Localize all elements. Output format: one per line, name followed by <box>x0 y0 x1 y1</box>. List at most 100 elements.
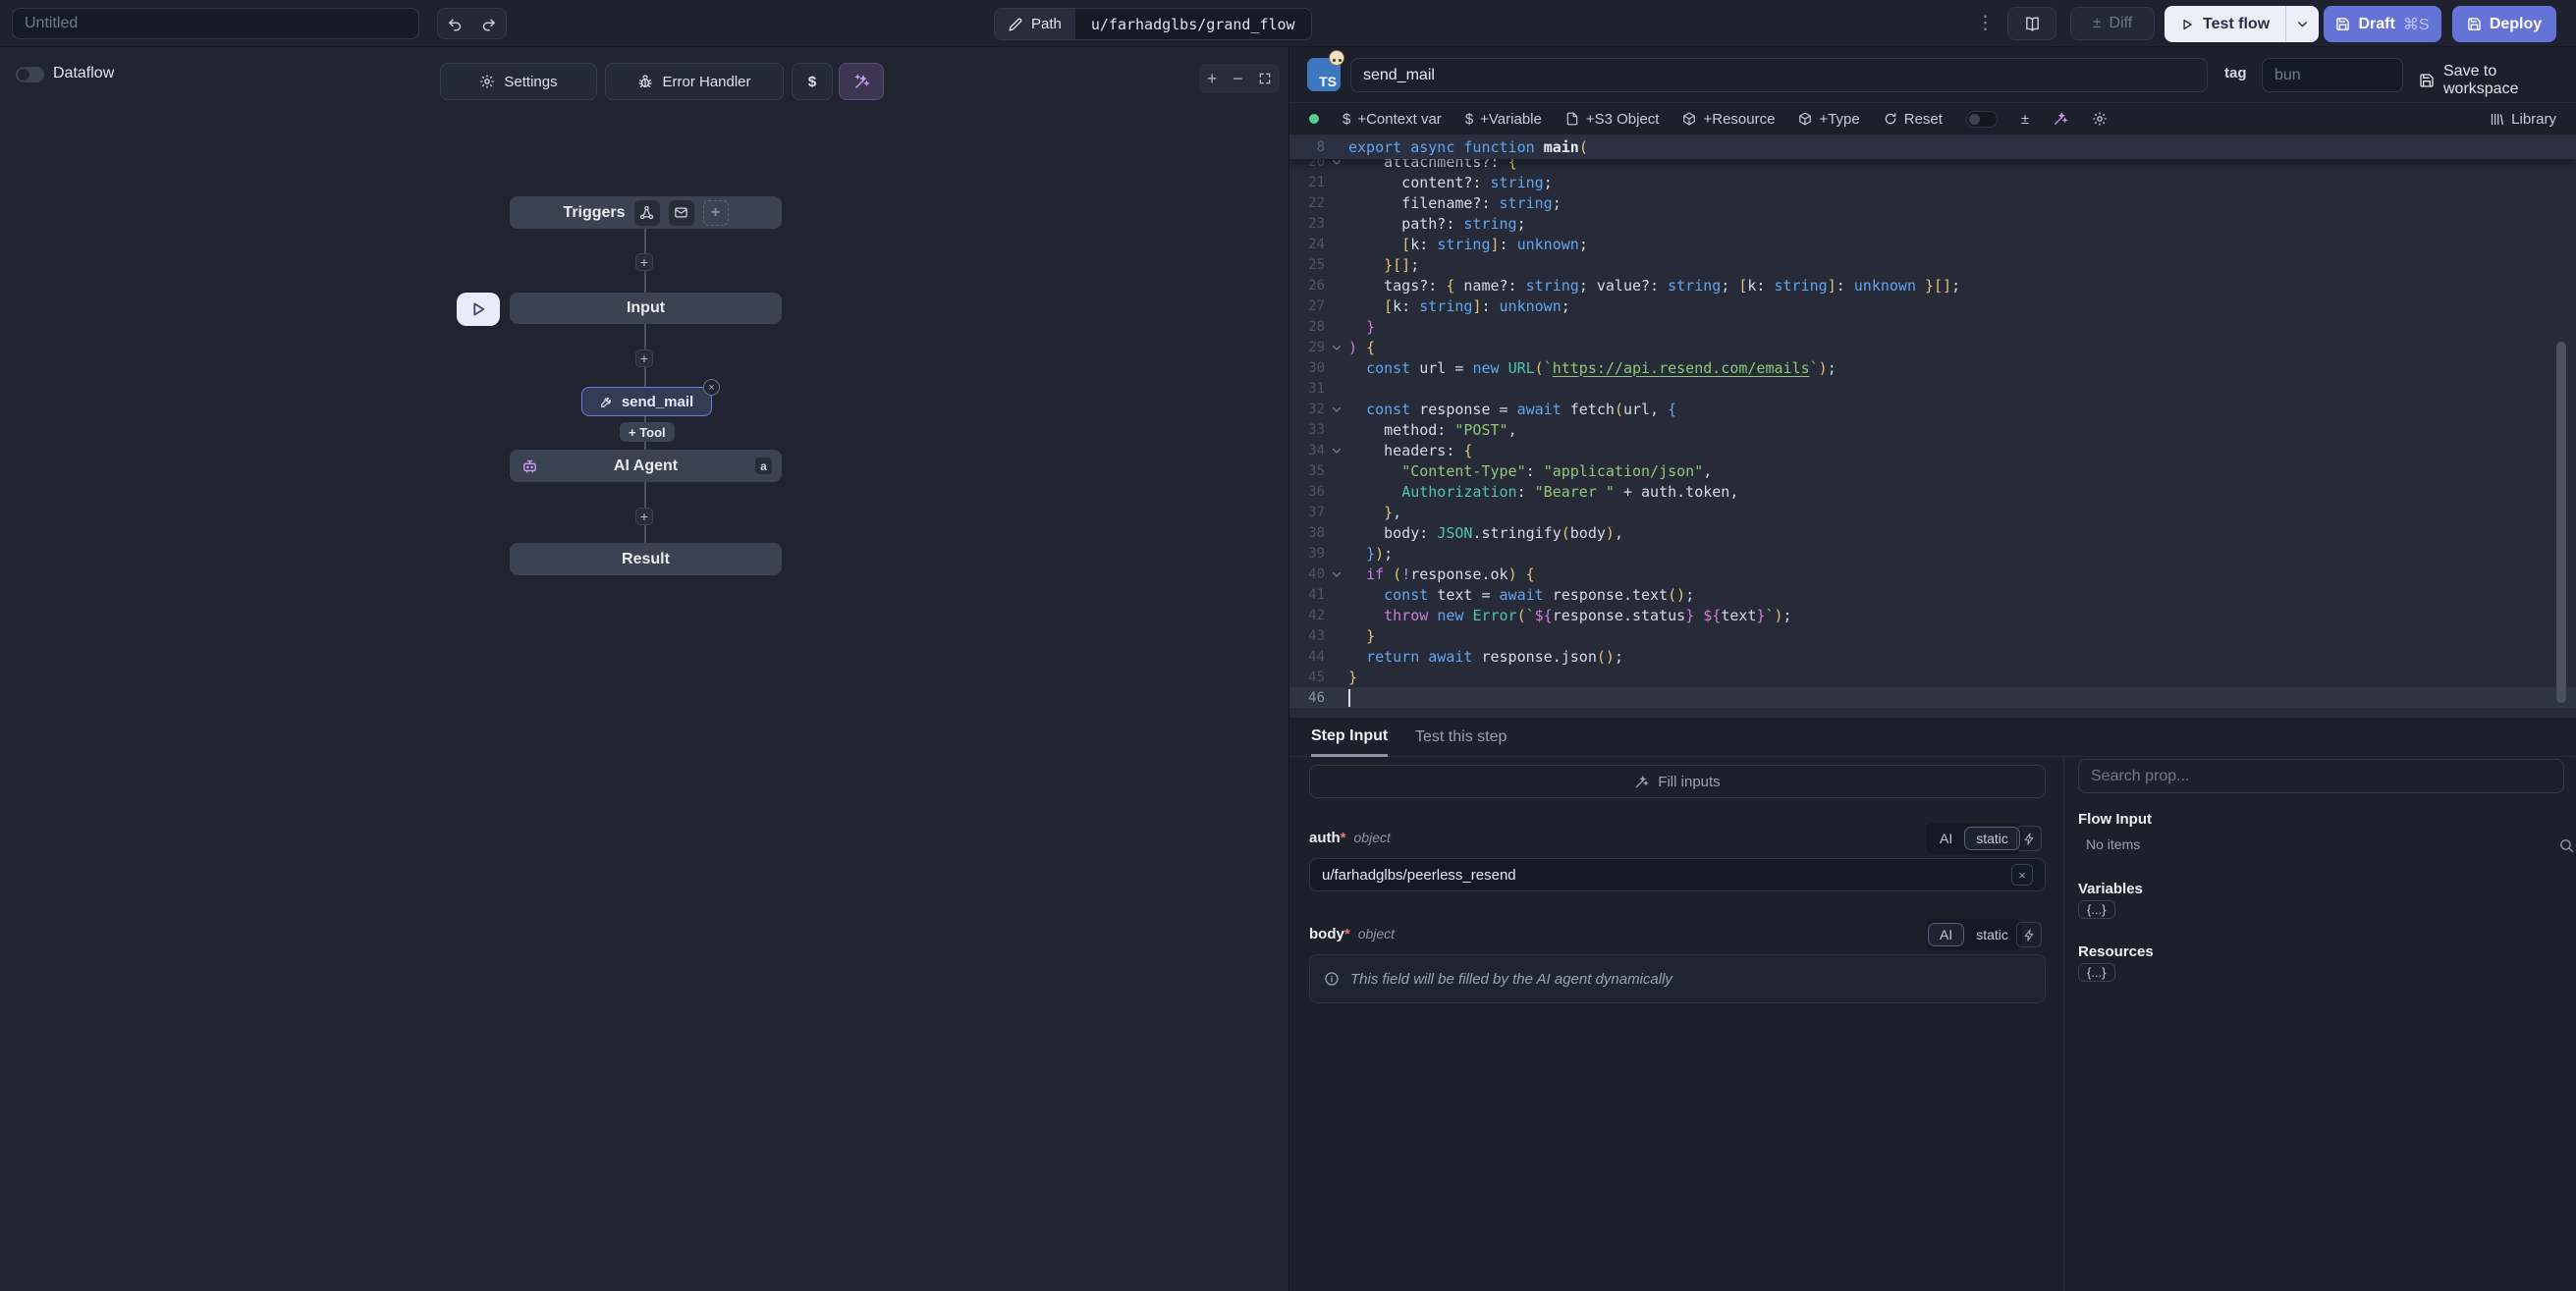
bolt-icon <box>2023 929 2036 941</box>
test-flow-dropdown[interactable] <box>2285 6 2319 42</box>
code-line-43: 43 } <box>1289 625 2576 646</box>
body-mode-ai[interactable]: AI <box>1928 923 1964 946</box>
node-ai-agent[interactable]: AI Agent a <box>510 450 782 482</box>
flow-settings-label: Settings <box>504 74 557 90</box>
draft-shortcut: ⌘S <box>2403 15 2430 34</box>
auth-resource-input[interactable]: u/farhadglbs/peerless_resend × <box>1309 858 2046 891</box>
test-flow-button[interactable]: Test flow <box>2165 6 2285 42</box>
send-mail-label: send_mail <box>622 394 693 410</box>
run-from-input-button[interactable] <box>457 293 500 326</box>
body-mode-static[interactable]: static <box>1964 923 2020 946</box>
code-line-23: 23 path?: string; <box>1289 213 2576 234</box>
editor-scrollbar[interactable] <box>2556 342 2566 703</box>
code-line-25: 25 }[]; <box>1289 254 2576 275</box>
ai-assist-icon[interactable] <box>2053 111 2068 127</box>
node-triggers[interactable]: Triggers + <box>510 196 782 229</box>
code-line-29: 29) { <box>1289 337 2576 357</box>
bug-icon <box>637 74 653 89</box>
clear-auth-button[interactable]: × <box>2011 864 2033 886</box>
step-name-input[interactable] <box>1350 58 2208 92</box>
undo-button[interactable] <box>437 8 472 39</box>
bun-runtime-icon <box>1329 50 1344 66</box>
flow-path-control[interactable]: Path u/farhadglbs/grand_flow <box>994 8 1312 40</box>
node-input[interactable]: Input <box>510 293 782 324</box>
search-icon[interactable] <box>2553 833 2576 858</box>
diff-button[interactable]: ± Diff <box>2070 7 2155 40</box>
resources-expand-badge[interactable]: {...} <box>2078 963 2115 982</box>
robot-icon <box>521 457 538 474</box>
add-variable-button[interactable]: $ +Variable <box>1465 111 1542 128</box>
code-line-36: 36 Authorization: "Bearer " + auth.token… <box>1289 481 2576 502</box>
email-trigger-icon[interactable] <box>669 200 694 226</box>
step-editor-panel: TS tag Save to workspace $ +Context var … <box>1288 47 2576 1291</box>
tab-test-this-step[interactable]: Test this step <box>1415 718 1507 757</box>
code-line-28: 28 } <box>1289 316 2576 337</box>
deploy-button[interactable]: Deploy <box>2452 6 2556 42</box>
chevron-down-icon <box>2296 18 2309 30</box>
auth-mode-toggle: AI static <box>1926 823 2022 854</box>
flow-settings-button[interactable]: Settings <box>440 63 597 100</box>
plus-minus-icon[interactable]: ± <box>2021 111 2029 128</box>
code-line-35: 35 "Content-Type": "application/json", <box>1289 460 2576 481</box>
docs-button[interactable] <box>2007 7 2056 40</box>
plus-minus-icon: ± <box>2093 15 2102 32</box>
fit-view-button[interactable] <box>1258 72 1272 85</box>
flow-canvas[interactable]: Dataflow Settings Error Handler $ + − Tr… <box>0 47 1288 1291</box>
add-step-button[interactable]: + <box>635 350 653 367</box>
search-prop-input[interactable] <box>2078 759 2564 793</box>
node-result[interactable]: Result <box>510 543 782 575</box>
draft-button[interactable]: Draft ⌘S <box>2324 6 2441 42</box>
auth-field-label: auth* object <box>1309 830 1391 846</box>
dollar-button[interactable]: $ <box>792 63 833 100</box>
add-context-var-button[interactable]: $ +Context var <box>1343 111 1442 128</box>
save-icon <box>2419 73 2435 88</box>
node-send-mail[interactable]: send_mail <box>581 387 712 416</box>
add-step-button[interactable]: + <box>635 253 653 271</box>
code-line-27: 27 [k: string]: unknown; <box>1289 296 2576 316</box>
tag-input[interactable] <box>2262 58 2403 92</box>
add-step-button[interactable]: + <box>635 508 653 525</box>
variables-expand-badge[interactable]: {...} <box>2078 900 2115 919</box>
body-field-label: body* object <box>1309 926 1395 942</box>
add-resource-button[interactable]: +Resource <box>1682 111 1775 128</box>
save-icon <box>2467 17 2482 31</box>
body-expression-button[interactable] <box>2016 922 2042 947</box>
add-s3-object-button[interactable]: +S3 Object <box>1565 111 1660 128</box>
redo-button[interactable] <box>471 8 507 39</box>
deploy-label: Deploy <box>2490 16 2542 33</box>
add-trigger-button[interactable]: + <box>703 200 729 226</box>
topbar: Path u/farhadglbs/grand_flow ⋮ ± Diff Te… <box>0 0 2576 47</box>
more-options-button[interactable]: ⋮ <box>1976 12 1995 33</box>
code-line-22: 22 filename?: string; <box>1289 192 2576 213</box>
add-type-button[interactable]: +Type <box>1798 111 1859 128</box>
remove-tool-button[interactable]: × <box>703 379 720 396</box>
editor-settings-icon[interactable] <box>2092 111 2108 127</box>
library-icon <box>2490 112 2504 127</box>
ai-wand-button[interactable] <box>839 63 884 100</box>
wand-icon <box>1634 775 1649 789</box>
fill-inputs-button[interactable]: Fill inputs <box>1309 765 2046 798</box>
auth-mode-static[interactable]: static <box>1964 827 2020 850</box>
code-line-26: 26 tags?: { name?: string; value?: strin… <box>1289 275 2576 296</box>
dataflow-toggle[interactable] <box>16 67 44 82</box>
save-icon <box>2335 17 2350 31</box>
auth-mode-ai[interactable]: AI <box>1928 827 1964 850</box>
reset-code-button[interactable]: Reset <box>1884 111 1943 128</box>
library-button[interactable]: Library <box>2490 111 2556 128</box>
auth-expression-button[interactable] <box>2016 826 2042 851</box>
add-tool-button[interactable]: + Tool <box>620 422 675 442</box>
save-to-workspace-button[interactable]: Save to workspace <box>2419 63 2576 98</box>
code-line-32: 32 const response = await fetch(url, { <box>1289 399 2576 419</box>
code-line-46: 46 <box>1289 687 2576 708</box>
body-ai-hint: This field will be filled by the AI agen… <box>1309 954 2046 1003</box>
pencil-icon <box>1009 18 1022 31</box>
zoom-in-button[interactable]: + <box>1207 69 1218 89</box>
error-handler-label: Error Handler <box>662 74 750 90</box>
error-handler-button[interactable]: Error Handler <box>605 63 784 100</box>
zoom-out-button[interactable]: − <box>1233 69 1243 89</box>
tab-step-input[interactable]: Step Input <box>1311 718 1388 757</box>
code-editor[interactable]: 8export async function main( 20 attachme… <box>1289 135 2576 718</box>
diff-mode-toggle[interactable] <box>1966 111 1998 128</box>
webhook-icon[interactable] <box>634 200 660 226</box>
flow-title-input[interactable] <box>12 8 419 39</box>
